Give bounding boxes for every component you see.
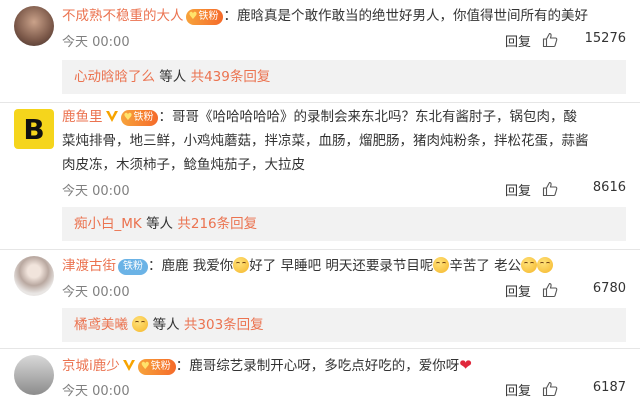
fan-badge: ♥铁粉 — [120, 110, 159, 126]
like-count: 6780 — [592, 281, 626, 296]
username[interactable]: 鹿鱼里 — [62, 109, 103, 125]
thumbs-up-icon[interactable] — [542, 282, 558, 298]
smile-emoji-icon — [433, 257, 450, 273]
sub-reply-count[interactable]: 共303条回复 — [184, 317, 264, 333]
verified-v-icon — [122, 360, 135, 371]
sub-reply-count[interactable]: 共216条回复 — [177, 216, 257, 232]
comment-text: ：鹿哥综艺录制开心呀，多吃点好吃的，爱你呀 — [175, 358, 460, 374]
sub-replies-link[interactable]: 心动晗晗了么 等人 共439条回复 — [62, 60, 626, 94]
sub-replies-link[interactable]: 痴小白_MK 等人 共216条回复 — [62, 207, 626, 241]
divider — [0, 102, 640, 103]
heart-icon: ♥ — [140, 361, 150, 372]
thumbs-up-icon[interactable] — [542, 32, 558, 48]
divider — [0, 249, 640, 250]
sub-reply-middle: 等人 — [152, 317, 180, 333]
username[interactable]: 不成熟不稳重的大人 — [62, 8, 184, 24]
comment-text-a: ：鹿鹿 我爱你 — [148, 258, 234, 274]
svg-text:B: B — [23, 113, 44, 146]
avatar[interactable] — [14, 355, 54, 395]
sub-reply-user[interactable]: 心动晗晗了么 — [74, 69, 155, 85]
kiss-emoji-icon — [521, 257, 538, 273]
heart-icon: ♥ — [188, 11, 198, 22]
like-count: 15276 — [584, 31, 626, 46]
sub-reply-middle: 等人 — [146, 216, 174, 232]
comment-text-b: 好了 早睡吧 明天还要录节目呢 — [249, 258, 434, 274]
timestamp: 今天 00:00 — [62, 285, 130, 300]
fan-badge: ♥铁粉 — [185, 9, 224, 25]
avatar[interactable] — [14, 6, 54, 46]
timestamp: 今天 00:00 — [62, 184, 130, 199]
divider — [0, 348, 640, 349]
comment-meta: 今天 00:00 回复 15276 — [62, 31, 626, 51]
comment-text-line3: 肉皮冻，木须柿子，鲶鱼炖茄子，大拉皮 — [62, 157, 305, 173]
sub-reply-user[interactable]: 橘鸢美曦 — [74, 317, 128, 333]
fan-badge: 铁粉 — [118, 259, 148, 275]
timestamp: 今天 00:00 — [62, 35, 130, 50]
comment-meta: 今天 00:00 回复 8616 — [62, 180, 626, 200]
red-heart-icon: ❤ — [459, 356, 472, 374]
username[interactable]: 京城i鹿少 — [62, 358, 120, 374]
kiss-emoji-icon — [537, 257, 554, 273]
avatar[interactable]: B — [14, 109, 54, 149]
logo-b-icon: B — [23, 113, 44, 146]
comment-text: ：鹿晗真是个敢作敢当的绝世好男人，你值得世间所有的美好 — [223, 8, 588, 24]
thumbs-up-icon[interactable] — [542, 181, 558, 197]
sub-reply-count[interactable]: 共439条回复 — [191, 69, 271, 85]
like-count: 6187 — [592, 380, 626, 395]
sub-reply-user[interactable]: 痴小白_MK — [74, 216, 142, 232]
comment-text-line2: 菜炖排骨，地三鲜，小鸡炖蘑菇，拌凉菜，血肠，熘肥肠，猪肉炖粉条，拌松花蛋，蒜酱 — [62, 133, 589, 149]
username[interactable]: 津渡古街 — [62, 258, 116, 274]
fan-badge: ♥铁粉 — [137, 359, 176, 375]
reply-button[interactable]: 回复 — [505, 380, 531, 399]
sub-reply-middle: 等人 — [159, 69, 187, 85]
comment-text-c: 辛苦了 老公 — [449, 258, 522, 274]
avatar[interactable] — [14, 256, 54, 296]
comment-text-line1: ：哥哥《哈哈哈哈哈》的录制会来东北吗？东北有酱肘子，锅包肉，酸 — [158, 109, 577, 125]
thumbs-up-icon[interactable] — [542, 381, 558, 397]
sub-replies-link[interactable]: 橘鸢美曦 等人 共303条回复 — [62, 308, 626, 342]
heart-icon: ♥ — [123, 112, 133, 123]
reply-button[interactable]: 回复 — [505, 281, 531, 300]
heart-eyes-emoji-icon — [132, 316, 149, 332]
like-count: 8616 — [592, 180, 626, 195]
reply-button[interactable]: 回复 — [505, 180, 531, 199]
comment-meta: 今天 00:00 回复 6780 — [62, 281, 626, 301]
heart-eyes-emoji-icon — [233, 257, 250, 273]
reply-button[interactable]: 回复 — [505, 31, 531, 50]
timestamp: 今天 00:00 — [62, 384, 130, 399]
comment-meta: 今天 00:00 回复 6187 — [62, 380, 626, 400]
verified-v-icon — [105, 111, 118, 122]
